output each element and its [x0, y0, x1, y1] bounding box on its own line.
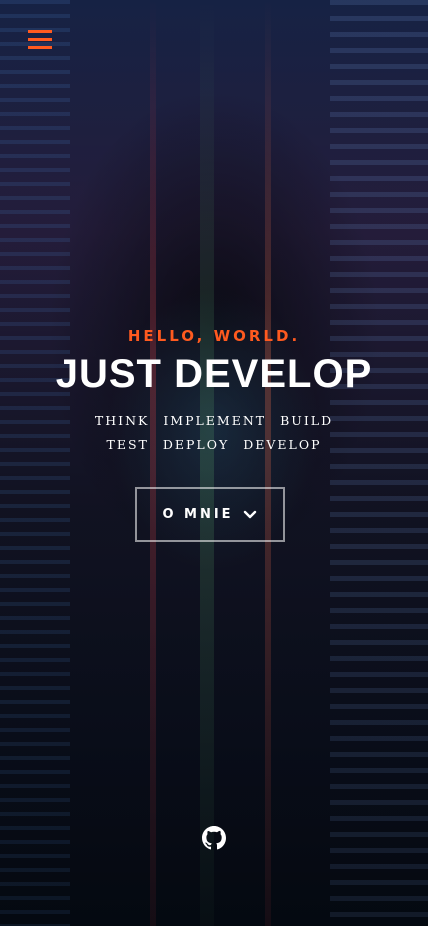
hero-kicker: HELLO, WORLD. [127, 327, 301, 345]
hero-background-image [0, 0, 428, 926]
hero-content: HELLO, WORLD. JUST DEVELOP THINK IMPLEMEN… [0, 325, 428, 457]
hamburger-menu-icon[interactable] [28, 30, 52, 50]
about-me-button[interactable]: O MNIE [135, 487, 285, 542]
keyword-deploy: DEPLOY [162, 437, 230, 452]
hero-title: JUST DEVELOP [55, 352, 373, 396]
about-me-button-label: O MNIE [162, 507, 234, 522]
hero-keywords: THINK IMPLEMENT BUILD TEST DEPLOY DEVELOP [64, 409, 364, 457]
keyword-develop: DEVELOP [243, 437, 322, 452]
keyword-think: THINK [94, 413, 150, 428]
keyword-test: TEST [106, 437, 149, 452]
hero-section: HELLO, WORLD. JUST DEVELOP THINK IMPLEMEN… [0, 0, 428, 926]
chevron-down-icon [242, 507, 258, 523]
keyword-implement: IMPLEMENT [163, 413, 267, 428]
github-icon[interactable] [202, 826, 226, 850]
keyword-build: BUILD [280, 413, 334, 428]
